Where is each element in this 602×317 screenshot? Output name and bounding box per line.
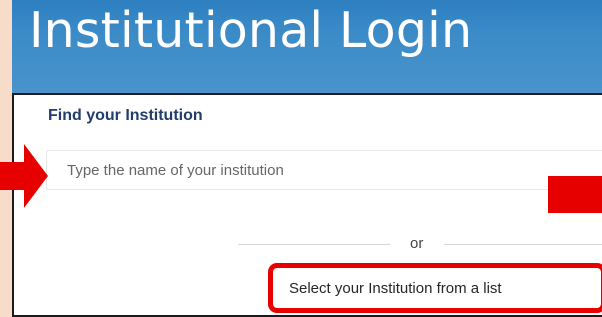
institution-search-input[interactable] (46, 150, 602, 190)
institution-search-panel: Find your Institution or Select your Ins… (12, 93, 602, 317)
or-divider: or (238, 235, 602, 255)
arrow-right-icon (0, 144, 48, 208)
institutional-login-page: Institutional Login Find your Institutio… (0, 0, 602, 317)
divider-line-right (444, 244, 602, 245)
header-banner: Institutional Login (12, 0, 602, 93)
divider-line-left (238, 244, 390, 245)
divider-text: or (410, 235, 424, 252)
red-marker (548, 176, 602, 213)
page-title: Institutional Login (29, 2, 473, 59)
select-institution-from-list-button[interactable]: Select your Institution from a list (268, 263, 602, 313)
find-institution-heading: Find your Institution (48, 107, 203, 124)
